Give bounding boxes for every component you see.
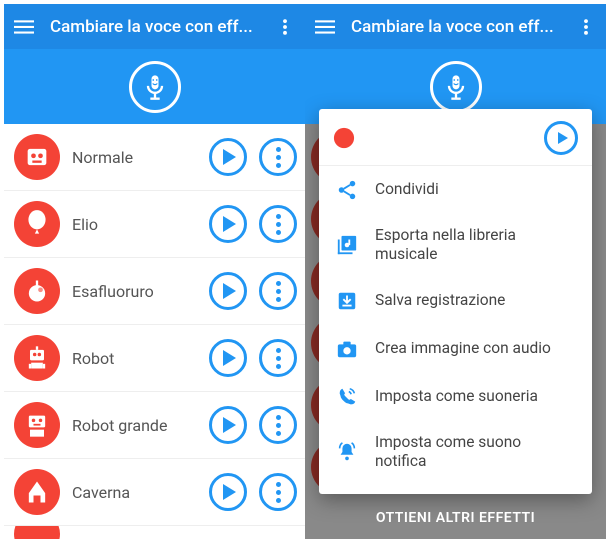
effect-label: Esafluoruro (72, 282, 197, 301)
play-icon (223, 216, 236, 232)
record-button[interactable] (129, 61, 181, 113)
effect-icon (14, 335, 60, 381)
record-button[interactable] (430, 61, 482, 113)
play-icon (223, 484, 236, 500)
more-vert-icon (276, 147, 281, 168)
microphone-icon (141, 73, 169, 101)
menu-label: Imposta come suono notifica (375, 433, 576, 472)
play-button[interactable] (209, 406, 247, 444)
play-button[interactable] (209, 473, 247, 511)
effect-label: Caverna (72, 483, 197, 502)
effect-icon (14, 469, 60, 515)
more-vert-icon (276, 214, 281, 235)
play-button[interactable] (209, 205, 247, 243)
effect-icon (14, 402, 60, 448)
menu-label: Esporta nella libreria musicale (375, 226, 576, 265)
effect-label: Normale (72, 148, 197, 167)
menu-label: Condividi (375, 180, 439, 199)
app-title: Cambiare la voce con eff... (351, 17, 560, 37)
menu-item-create-image-audio[interactable]: Crea immagine con audio (319, 325, 592, 373)
banner-label: OTTIENI ALTRI EFFETTI (376, 510, 535, 526)
share-icon (335, 178, 359, 202)
download-icon (335, 289, 359, 313)
get-more-effects-banner[interactable]: OTTIENI ALTRI EFFETTI (305, 497, 606, 539)
record-area (4, 49, 305, 124)
list-item[interactable]: Normale (4, 124, 305, 191)
effect-icon (14, 134, 60, 180)
menu-header-peek (319, 113, 592, 166)
menu-item-set-ringtone[interactable]: Imposta come suoneria (319, 373, 592, 421)
list-item[interactable] (4, 526, 305, 539)
item-more-button[interactable] (259, 272, 297, 310)
item-more-button[interactable] (259, 205, 297, 243)
item-more-button[interactable] (259, 339, 297, 377)
more-vert-icon (276, 415, 281, 436)
effect-icon (14, 526, 60, 539)
effect-icon (14, 268, 60, 314)
more-vert-icon[interactable] (574, 15, 598, 39)
more-vert-icon (276, 482, 281, 503)
play-icon (223, 283, 236, 299)
play-button[interactable] (544, 121, 578, 155)
play-button[interactable] (209, 339, 247, 377)
menu-item-save-recording[interactable]: Salva registrazione (319, 277, 592, 325)
more-vert-icon[interactable] (273, 15, 297, 39)
microphone-icon (442, 73, 470, 101)
list-item[interactable]: Caverna (4, 459, 305, 526)
app-title: Cambiare la voce con eff... (50, 17, 259, 37)
menu-label: Salva registrazione (375, 291, 505, 310)
menu-label: Imposta come suoneria (375, 387, 538, 406)
play-button[interactable] (209, 272, 247, 310)
item-more-button[interactable] (259, 138, 297, 176)
item-more-button[interactable] (259, 406, 297, 444)
list-item[interactable]: Robot grande (4, 392, 305, 459)
hamburger-icon[interactable] (313, 15, 337, 39)
notification-icon (335, 440, 359, 464)
list-item[interactable]: Elio (4, 191, 305, 258)
play-icon (558, 132, 568, 144)
list-item[interactable]: Robot (4, 325, 305, 392)
hamburger-icon[interactable] (12, 15, 36, 39)
list-item[interactable]: Esafluoruro (4, 258, 305, 325)
more-vert-icon (276, 281, 281, 302)
app-bar: Cambiare la voce con eff... (305, 4, 606, 49)
play-icon (223, 350, 236, 366)
effects-list: Normale Elio Esafluoruro R (4, 124, 305, 539)
effect-label: Robot grande (72, 416, 197, 435)
item-more-button[interactable] (259, 473, 297, 511)
library-music-icon (335, 233, 359, 257)
menu-item-set-notification[interactable]: Imposta come suono notifica (319, 421, 592, 484)
play-icon (223, 149, 236, 165)
effect-label: Elio (72, 215, 197, 234)
effect-icon (333, 127, 355, 149)
screen-context-menu: Cambiare la voce con eff... (305, 4, 606, 539)
play-button[interactable] (209, 138, 247, 176)
play-icon (223, 417, 236, 433)
context-menu: Condividi Esporta nella libreria musical… (319, 109, 592, 494)
menu-item-export-library[interactable]: Esporta nella libreria musicale (319, 214, 592, 277)
menu-item-share[interactable]: Condividi (319, 166, 592, 214)
effect-icon (14, 201, 60, 247)
effect-label: Robot (72, 349, 197, 368)
ringtone-icon (335, 385, 359, 409)
menu-label: Crea immagine con audio (375, 339, 551, 358)
app-bar: Cambiare la voce con eff... (4, 4, 305, 49)
camera-icon (335, 337, 359, 361)
screen-effects-list: Cambiare la voce con eff... Normale (4, 4, 305, 539)
more-vert-icon (276, 348, 281, 369)
